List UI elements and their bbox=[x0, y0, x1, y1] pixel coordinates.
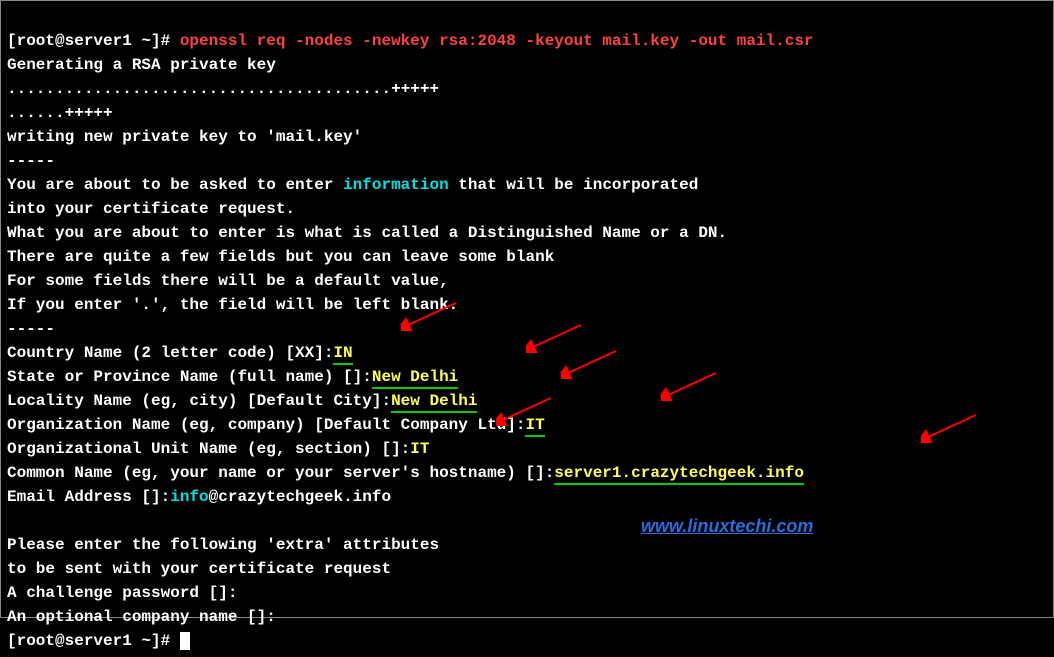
state-value[interactable]: New Delhi bbox=[372, 368, 458, 389]
openssl-command: openssl req -nodes -newkey rsa:2048 -key… bbox=[180, 32, 814, 50]
email-prompt: Email Address []: bbox=[7, 488, 170, 506]
optional-company-prompt[interactable]: An optional company name []: bbox=[7, 608, 276, 626]
org-value[interactable]: IT bbox=[525, 416, 544, 437]
shell-prompt-2: [root@server1 ~]# bbox=[7, 632, 180, 650]
line-about-6: If you enter '.', the field will be left… bbox=[7, 296, 458, 314]
ou-value[interactable]: IT bbox=[410, 440, 429, 458]
country-prompt: Country Name (2 letter code) [XX]: bbox=[7, 344, 333, 362]
email-local[interactable]: info bbox=[170, 488, 208, 506]
shell-prompt: [root@server1 ~]# bbox=[7, 32, 180, 50]
cursor[interactable] bbox=[180, 632, 190, 650]
cn-prompt: Common Name (eg, your name or your serve… bbox=[7, 464, 554, 482]
line-dashes-2: ----- bbox=[7, 320, 55, 338]
line-generating: Generating a RSA private key bbox=[7, 56, 276, 74]
locality-prompt: Locality Name (eg, city) [Default City]: bbox=[7, 392, 391, 410]
country-value[interactable]: IN bbox=[333, 344, 352, 365]
extra-line-1: Please enter the following 'extra' attri… bbox=[7, 536, 439, 554]
watermark-link[interactable]: www.linuxtechi.com bbox=[641, 513, 813, 540]
line-writing-key: writing new private key to 'mail.key' bbox=[7, 128, 362, 146]
line-about-1b: that will be incorporated bbox=[449, 176, 699, 194]
challenge-prompt[interactable]: A challenge password []: bbox=[7, 584, 237, 602]
ou-prompt: Organizational Unit Name (eg, section) [… bbox=[7, 440, 410, 458]
email-domain[interactable]: @crazytechgeek.info bbox=[209, 488, 391, 506]
line-about-5: For some fields there will be a default … bbox=[7, 272, 449, 290]
line-about-1a: You are about to be asked to enter bbox=[7, 176, 343, 194]
line-progress-2: ......+++++ bbox=[7, 104, 113, 122]
cn-value[interactable]: server1.crazytechgeek.info bbox=[554, 464, 804, 485]
locality-value[interactable]: New Delhi bbox=[391, 392, 477, 413]
org-prompt: Organization Name (eg, company) [Default… bbox=[7, 416, 525, 434]
terminal-output: [root@server1 ~]# openssl req -nodes -ne… bbox=[1, 1, 1053, 657]
line-progress-1: ........................................… bbox=[7, 80, 439, 98]
line-about-2: into your certificate request. bbox=[7, 200, 295, 218]
state-prompt: State or Province Name (full name) []: bbox=[7, 368, 372, 386]
line-dashes-1: ----- bbox=[7, 152, 55, 170]
extra-line-2: to be sent with your certificate request bbox=[7, 560, 391, 578]
line-about-3: What you are about to enter is what is c… bbox=[7, 224, 727, 242]
word-information: information bbox=[343, 176, 449, 194]
line-about-4: There are quite a few fields but you can… bbox=[7, 248, 554, 266]
